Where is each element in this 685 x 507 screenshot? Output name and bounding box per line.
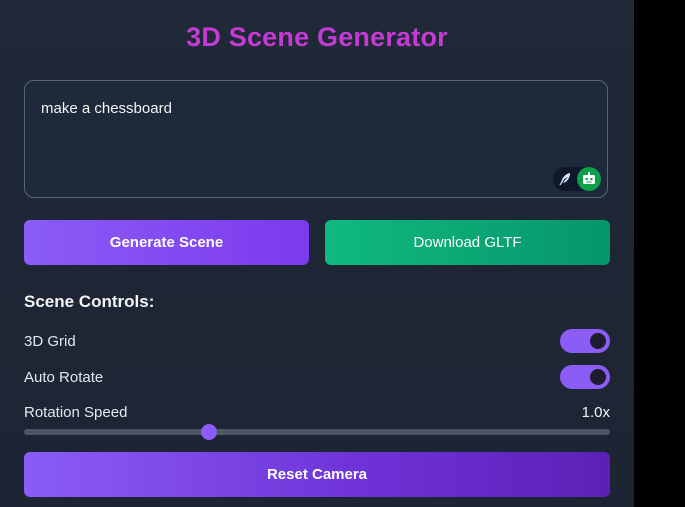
scene-controls-heading: Scene Controls:	[24, 292, 155, 311]
auto-rotate-toggle[interactable]	[560, 365, 610, 389]
rotation-speed-slider-thumb[interactable]	[201, 424, 218, 440]
rotation-speed-label: Rotation Speed	[24, 404, 128, 421]
rotation-speed-slider[interactable]	[24, 429, 610, 435]
grid-toggle[interactable]	[560, 329, 610, 353]
grid-toggle-knob	[590, 333, 606, 349]
scene-generator-panel: 3D Scene Generator make a chessboard Gen…	[0, 0, 634, 507]
prompt-textarea[interactable]: make a chessboard	[24, 80, 608, 198]
quill-icon[interactable]	[557, 171, 573, 187]
reset-camera-button[interactable]: Reset Camera	[24, 452, 610, 497]
page-title: 3D Scene Generator	[186, 22, 448, 52]
rotation-speed-value: 1.0x	[581, 404, 610, 421]
prompt-text: make a chessboard	[41, 100, 172, 117]
auto-rotate-toggle-knob	[590, 369, 606, 385]
grid-label: 3D Grid	[24, 333, 76, 350]
generate-scene-button[interactable]: Generate Scene	[24, 220, 309, 265]
bot-icon[interactable]	[577, 167, 601, 191]
auto-rotate-label: Auto Rotate	[24, 369, 104, 386]
download-gltf-button[interactable]: Download GLTF	[325, 220, 610, 265]
extension-icons	[553, 167, 601, 191]
